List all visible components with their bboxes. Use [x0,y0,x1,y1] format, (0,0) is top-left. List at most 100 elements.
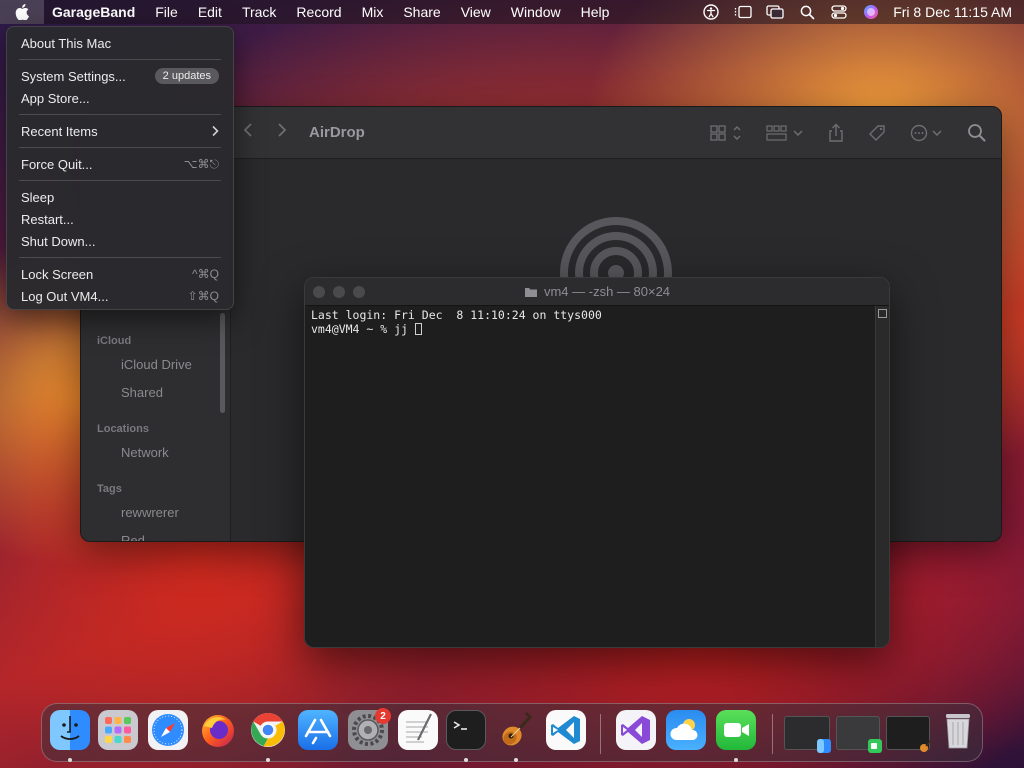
dock-app-store[interactable] [298,710,338,750]
menu-view[interactable]: View [451,0,501,24]
sidebar-item-shared[interactable]: Shared [121,385,163,400]
finder-toolbar: AirDrop [231,107,1001,159]
menu-item-lock-screen[interactable]: Lock Screen ^⌘Q [13,263,227,285]
dock-safari[interactable] [148,710,188,750]
firefox-icon [202,715,234,747]
sidebar-item-network[interactable]: Network [121,445,169,460]
more-actions-icon[interactable] [909,123,945,143]
menu-record[interactable]: Record [286,0,351,24]
dock-minimized-facetime-window[interactable] [836,716,882,753]
dock-finder[interactable] [50,710,90,750]
menu-share[interactable]: Share [393,0,450,24]
forward-button[interactable] [265,122,299,143]
menu-app-name[interactable]: GarageBand [44,0,145,24]
menu-item-recent-items[interactable]: Recent Items [13,120,227,142]
dock-divider [772,714,773,754]
share-icon[interactable] [827,123,845,143]
menu-item-label: System Settings... [21,68,126,84]
finder-window-title: AirDrop [309,124,365,141]
menu-file[interactable]: File [145,0,188,24]
dock-chrome[interactable] [248,710,288,750]
tag-icon[interactable] [867,123,887,143]
sidebar-header-icloud: iCloud [97,335,132,347]
menu-item-about-this-mac[interactable]: About This Mac [13,32,227,54]
menu-item-label: About This Mac [21,35,112,51]
minimize-button[interactable] [333,286,345,298]
menu-mix[interactable]: Mix [352,0,394,24]
back-button[interactable] [231,122,265,143]
menu-item-label: App Store... [21,90,90,106]
menu-edit[interactable]: Edit [188,0,232,24]
folder-icon [524,287,537,297]
shortcut-force-quit: ⌥⌘⎋ [183,156,219,171]
visual-studio-icon [621,716,650,744]
menu-item-app-store[interactable]: App Store... [13,87,227,109]
dock-minimized-finder-window[interactable] [784,716,831,753]
menu-item-force-quit[interactable]: Force Quit... ⌥⌘⎋ [13,153,227,175]
dock-weather[interactable] [666,710,706,750]
facetime-mini-icon [868,739,882,753]
app-store-icon [304,718,332,745]
zoom-button[interactable] [353,286,365,298]
accessibility-icon[interactable] [695,0,727,24]
spotlight-search-icon[interactable] [791,0,823,24]
menu-item-label: Lock Screen [21,266,94,282]
dock-terminal[interactable] [446,710,486,750]
control-center-icon[interactable] [823,0,855,24]
menu-item-label: Force Quit... [21,156,93,172]
terminal-window[interactable]: vm4 — -zsh — 80×24 Last login: Fri Dec 8… [304,277,890,648]
running-indicator [514,758,518,762]
dock-textedit[interactable] [398,710,438,750]
terminal-cursor [414,323,422,335]
menu-item-restart[interactable]: Restart... [13,208,227,230]
terminal-output[interactable]: Last login: Fri Dec 8 11:10:24 on ttys00… [311,308,875,647]
sidebar-item-tag-rewwrerer[interactable]: rewwrerer [121,505,179,520]
terminal-titlebar[interactable]: vm4 — -zsh — 80×24 [305,278,889,306]
menu-bar-clock[interactable]: Fri 8 Dec 11:15 AM [887,4,1016,20]
dock-facetime[interactable] [716,710,756,750]
sidebar-item-tag-red[interactable]: Red [121,533,145,541]
stage-manager-icon[interactable] [727,0,759,24]
trash-icon [946,714,970,749]
menu-help[interactable]: Help [571,0,620,24]
terminal-icon [453,721,467,730]
dock-vscode[interactable] [546,710,586,750]
dock-garageband[interactable] [496,710,536,750]
status-area: Fri 8 Dec 11:15 AM [695,0,1016,24]
siri-icon[interactable] [855,0,887,24]
chevron-right-icon [278,123,287,137]
apple-menu-button[interactable] [0,0,44,24]
menu-item-label: Recent Items [21,123,98,139]
dock-launchpad[interactable] [98,710,138,750]
finder-icon [60,716,80,740]
menu-bar: GarageBand File Edit Track Record Mix Sh… [0,0,1024,24]
search-icon[interactable] [967,123,987,143]
terminal-title: vm4 — -zsh — 80×24 [524,284,670,299]
airdrop-icon [560,217,672,283]
dock-firefox[interactable] [198,710,238,750]
dock-minimized-garageband-window[interactable] [886,716,932,752]
menu-item-sleep[interactable]: Sleep [13,186,227,208]
menu-item-log-out[interactable]: Log Out VM4... ⇧⌘Q [13,285,227,307]
menu-item-shut-down[interactable]: Shut Down... [13,230,227,252]
garageband-mini-icon [920,739,932,752]
sidebar-item-icloud-drive[interactable]: iCloud Drive [121,357,192,372]
close-button[interactable] [313,286,325,298]
shortcut-lock-screen: ^⌘Q [192,267,219,281]
weather-cloud-icon [670,719,698,740]
menu-item-system-settings[interactable]: System Settings... 2 updates [13,65,227,87]
sidebar-scrollbar[interactable] [220,313,225,413]
view-options-icon[interactable] [709,124,743,142]
menu-track[interactable]: Track [232,0,286,24]
menu-window[interactable]: Window [501,0,571,24]
terminal-scrollbar[interactable] [875,306,889,647]
dock-trash[interactable] [938,710,978,750]
finder-toolbar-tools [709,107,987,159]
terminal-prompt-line: vm4@VM4 ~ % jj [311,322,415,336]
chevron-right-icon [212,125,219,137]
screen-mirroring-icon[interactable] [759,0,791,24]
dock: 2 [41,703,983,762]
dock-visual-studio[interactable] [616,710,656,750]
group-icon[interactable] [765,124,805,142]
running-indicator [266,758,270,762]
